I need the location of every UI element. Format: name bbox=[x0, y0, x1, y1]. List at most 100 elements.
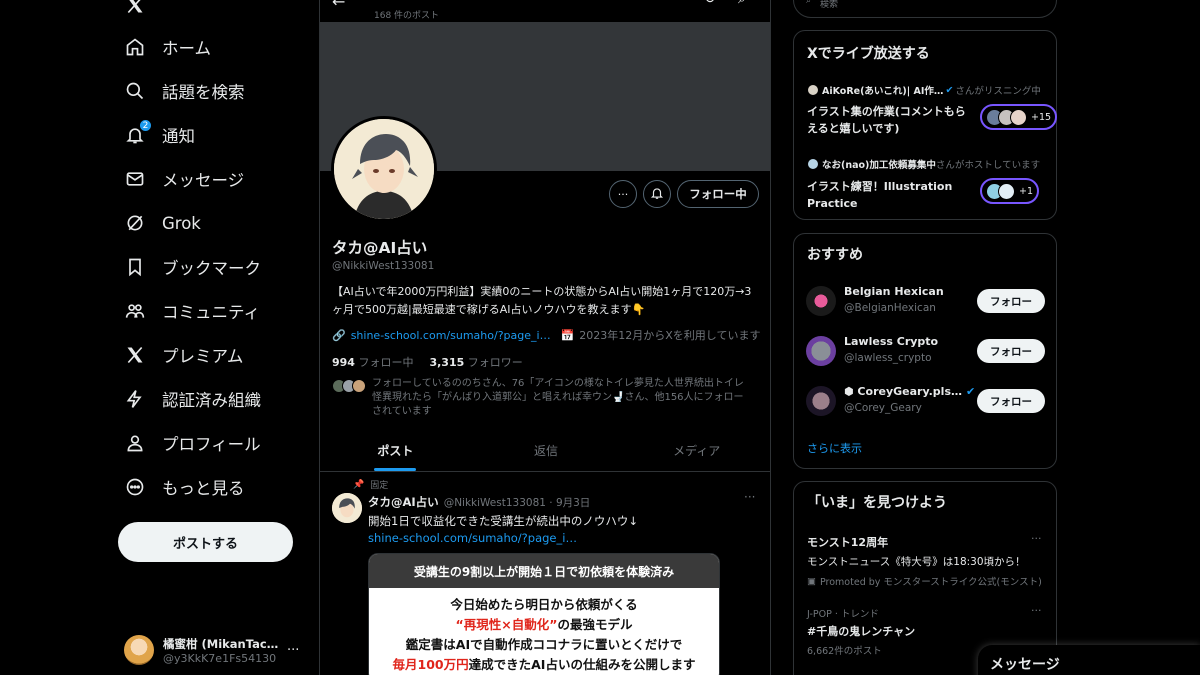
nav-explore-label: 話題を検索 bbox=[162, 83, 245, 102]
suggest-name-1[interactable]: Belgian Hexican bbox=[844, 285, 944, 298]
messages-drawer[interactable]: メッセージ bbox=[978, 645, 1200, 675]
trend-sub-1: モンストニュース《特大号》は18:30頃から！ bbox=[807, 556, 1026, 568]
followers-link[interactable]: 3,315 フォロワー bbox=[429, 354, 522, 370]
search-placeholder: 検索 bbox=[820, 0, 839, 10]
trends-title: 「いま」を見つけよう bbox=[807, 495, 947, 511]
tweet-image-line4: 毎月100万円達成できたAI占いの仕組みを公開します bbox=[369, 655, 719, 675]
profile-more-button[interactable]: ··· bbox=[609, 180, 637, 208]
tweet-image-line2-rest: の最強モデル bbox=[557, 617, 633, 632]
live-join-pill-2[interactable]: +1 bbox=[980, 178, 1040, 204]
tab-posts[interactable]: ポスト bbox=[320, 430, 471, 471]
tab-replies[interactable]: 返信 bbox=[471, 430, 622, 471]
tweet-link[interactable]: shine-school.com/sumaho/?page_i… bbox=[368, 530, 577, 547]
listener-avatar bbox=[998, 182, 1015, 200]
followers-label: フォロワー bbox=[467, 356, 523, 369]
nav-notifications[interactable]: 2 通知 bbox=[124, 118, 195, 152]
suggest-avatar-2[interactable] bbox=[806, 336, 836, 366]
profile-column: ← 168 件のポスト ↻ ⌕ ··· フォロー中 タカ@AI占い bbox=[319, 0, 771, 675]
profile-header-bar: ← 168 件のポスト ↻ ⌕ bbox=[320, 0, 770, 22]
nav-premium-label: プレミアム bbox=[162, 347, 244, 366]
follow-button-1[interactable]: フォロー bbox=[977, 289, 1045, 313]
more-circle-icon bbox=[124, 476, 146, 498]
tab-media[interactable]: メディア bbox=[621, 430, 770, 471]
profile-link[interactable]: shine-school.com/sumaho/?page_i… bbox=[351, 329, 551, 342]
nav-more-label: もっと見る bbox=[162, 479, 245, 498]
host-avatar bbox=[807, 158, 819, 170]
live-title-2[interactable]: イラスト練習！Illustration Practice bbox=[807, 178, 972, 212]
live-host-2-suffix: さんがホストしています bbox=[935, 160, 1041, 171]
following-button[interactable]: フォロー中 bbox=[677, 180, 759, 208]
live-host-2-name: なお(nao)加工依頼募集中 bbox=[822, 160, 936, 171]
verified-icon: ✔ bbox=[966, 385, 976, 398]
tweet-avatar[interactable] bbox=[332, 493, 362, 523]
posts-count: 168 件のポスト bbox=[374, 11, 440, 21]
refresh-icon[interactable]: ↻ bbox=[704, 0, 716, 7]
nav-messages[interactable]: メッセージ bbox=[124, 162, 244, 196]
follow-button-2[interactable]: フォロー bbox=[977, 339, 1045, 363]
profile-notify-button[interactable] bbox=[643, 180, 671, 208]
suggest-name-2[interactable]: Lawless Crypto bbox=[844, 335, 938, 348]
tweet-image-header: 受講生の9割以上が開始１日で初依頼を体験済み bbox=[369, 554, 719, 588]
trend-name-1[interactable]: モンスト12周年 bbox=[807, 534, 888, 550]
live-card-title: Xでライブ放送する bbox=[807, 46, 930, 62]
following-link[interactable]: 994 フォロー中 bbox=[332, 354, 413, 370]
promoted-icon: ▣ bbox=[807, 575, 816, 587]
show-more-link[interactable]: さらに表示 bbox=[807, 440, 862, 456]
tweet-author[interactable]: タカ@AI占い bbox=[368, 494, 439, 510]
nav-verified-orgs[interactable]: 認証済み組織 bbox=[124, 382, 261, 416]
live-host-1: AiKoRe(あいこれ)| AI作… ✔ さんがリスニング中 bbox=[807, 83, 1041, 97]
search-icon[interactable]: ⌕ bbox=[738, 0, 746, 7]
follow-button-3[interactable]: フォロー bbox=[977, 389, 1045, 413]
back-arrow-icon[interactable]: ← bbox=[332, 0, 345, 11]
account-switcher[interactable]: 橘蜜柑 (MikanTachi… @y3KkK7e1Fs54130 ··· bbox=[124, 630, 309, 670]
communities-icon bbox=[124, 300, 146, 322]
live-count-2: +1 bbox=[1019, 185, 1034, 197]
pin-icon: 📌 bbox=[353, 479, 365, 490]
trend-name-2[interactable]: #千鳥の鬼レンチャン bbox=[807, 623, 915, 639]
nav-profile[interactable]: プロフィール bbox=[124, 426, 261, 460]
live-title-1[interactable]: イラスト集の作業(コメントもらえると嬉しいです) bbox=[807, 103, 972, 137]
nav-home[interactable]: ホーム bbox=[124, 30, 211, 64]
trend-meta-1: Promoted by モンスターストライク公式(モンスト) bbox=[819, 577, 1042, 588]
nav-premium[interactable]: プレミアム bbox=[124, 338, 243, 372]
trend-promoted: ▣ Promoted by モンスターストライク公式(モンスト) bbox=[807, 574, 1042, 589]
profile-avatar[interactable] bbox=[331, 116, 437, 222]
post-button[interactable]: ポストする bbox=[118, 522, 293, 562]
tweet-image-line3: 鑑定書はAIで自動作成ココナラに置いとくだけで bbox=[405, 637, 683, 652]
nav-profile-label: プロフィール bbox=[162, 435, 261, 454]
pinned-indicator: 📌 固定 bbox=[353, 478, 388, 492]
search-box[interactable]: ⌕ 検索 bbox=[793, 0, 1057, 18]
account-more-icon[interactable]: ··· bbox=[287, 643, 299, 658]
nav-bookmarks-label: ブックマーク bbox=[162, 259, 261, 278]
suggest-avatar-1[interactable] bbox=[806, 286, 836, 316]
tweet-text: 開始1日で収益化できた受講生が続出中のノウハウ↓ bbox=[368, 514, 638, 528]
tweet-more-icon[interactable]: ··· bbox=[744, 490, 755, 504]
nav-verified-orgs-label: 認証済み組織 bbox=[162, 391, 261, 410]
x-logo[interactable] bbox=[124, 0, 146, 22]
nav-grok[interactable]: Grok bbox=[124, 206, 201, 240]
live-count-1: +15 bbox=[1031, 111, 1052, 123]
trend-more-icon[interactable]: ··· bbox=[1031, 604, 1042, 617]
followed-by-text: フォローしているののちさん、76「アイコンの様なトイレ夢見た人世界続出トイレ怪異… bbox=[372, 378, 744, 417]
profile-joined: 2023年12月からXを利用しています bbox=[579, 329, 761, 342]
nav-more[interactable]: もっと見る bbox=[124, 470, 245, 504]
nav-notifications-label: 通知 bbox=[162, 127, 195, 146]
tweet-image[interactable]: 受講生の9割以上が開始１日で初依頼を体験済み 今日始めたら明日から依頼がくる “… bbox=[368, 553, 720, 675]
followed-by[interactable]: フォローしているののちさん、76「アイコンの様なトイレ夢見た人世界続出トイレ怪異… bbox=[332, 377, 752, 419]
live-join-pill-1[interactable]: +15 bbox=[980, 104, 1058, 130]
suggest-avatar-3[interactable] bbox=[806, 386, 836, 416]
host-avatar bbox=[807, 84, 819, 96]
suggest-handle-3: @Corey_Geary bbox=[844, 402, 922, 414]
trend-meta-2: 6,662件のポスト bbox=[807, 646, 882, 657]
followers-count: 3,315 bbox=[429, 356, 465, 369]
suggest-name-3-wrap[interactable]: ⬢ CoreyGeary.pls… ✔ bbox=[844, 385, 975, 398]
tweet-image-line2-red: “再現性×自動化” bbox=[455, 617, 558, 632]
who-to-follow-card: おすすめ Belgian Hexican @BelgianHexican フォロ… bbox=[793, 233, 1057, 469]
trend-more-icon[interactable]: ··· bbox=[1031, 532, 1042, 545]
profile-tabs: ポスト 返信 メディア bbox=[320, 430, 770, 472]
nav-explore[interactable]: 話題を検索 bbox=[124, 74, 245, 108]
grok-icon bbox=[124, 212, 146, 234]
tweet-handle-date: @NikkiWest133081 · 9月3日 bbox=[443, 496, 591, 509]
nav-communities[interactable]: コミュニティ bbox=[124, 294, 260, 328]
nav-bookmarks[interactable]: ブックマーク bbox=[124, 250, 261, 284]
